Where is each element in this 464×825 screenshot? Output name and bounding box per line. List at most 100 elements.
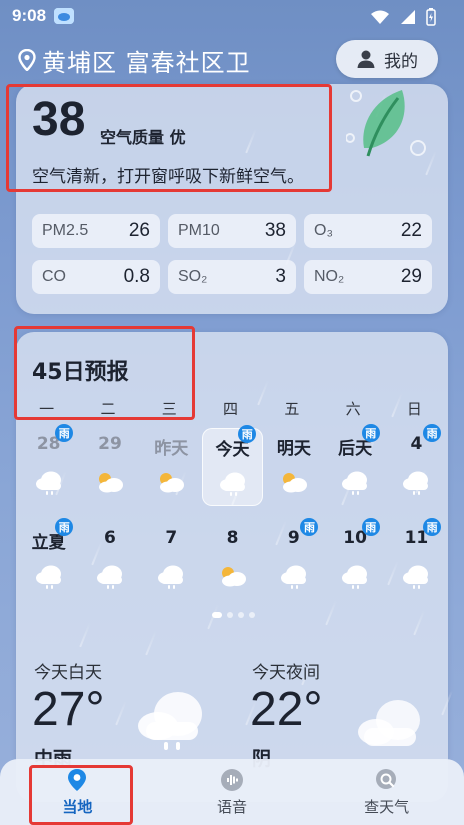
forecast-day-label: 昨天 [154, 439, 189, 459]
forecast-day-label: 29 [98, 434, 122, 454]
pollutant-value: 22 [400, 220, 422, 241]
night-label: 今天夜间 [252, 663, 320, 683]
forecast-day[interactable]: 昨天 [141, 428, 202, 506]
forecast-day[interactable]: 后天雨 [324, 424, 385, 506]
rain-badge: 雨 [361, 424, 380, 442]
battery-icon [426, 8, 436, 26]
leaf-icon [345, 86, 426, 166]
aqi-value: 38 [32, 93, 86, 146]
pollutant-name: NO₂ [314, 268, 345, 285]
forecast-row-2: 立夏雨 6 7 8 9 雨 10 雨 11 雨 [18, 518, 448, 600]
forecast-day[interactable]: 29 [79, 428, 140, 506]
forecast-row-1: 28 雨 29 昨天 今天雨明天 后天雨 4 雨 [18, 424, 448, 506]
rain-badge: 雨 [423, 518, 442, 536]
status-bar: 9:08 [0, 0, 464, 32]
forecast-day[interactable]: 明天 [263, 428, 324, 506]
search-weather-icon [375, 768, 396, 789]
rain-cloud-icon [218, 471, 248, 501]
aqi-description: 空气清新，打开窗呼吸下新鲜空气。 [32, 167, 304, 187]
weekday-label: 三 [161, 400, 177, 418]
pollutant-item: PM2.5 26 [32, 214, 160, 248]
pollutant-value: 29 [400, 266, 422, 287]
rain-cloud-icon [340, 470, 370, 500]
partly-cloudy-icon [218, 564, 248, 592]
forecast-day[interactable]: 9雨 [263, 518, 324, 600]
pollutant-item: PM10 38 [168, 214, 296, 248]
forecast-day[interactable]: 立夏雨 [18, 518, 79, 600]
weekday-label: 五 [284, 400, 300, 418]
rain-cloud-icon [95, 564, 125, 594]
aqi-label: 空气质量 优 [100, 128, 186, 147]
weekday-label: 六 [345, 400, 361, 418]
pollutant-item: O₃ 22 [304, 214, 432, 248]
pollutant-name: SO₂ [178, 268, 208, 285]
pollutant-name: O₃ [314, 222, 333, 239]
pollutant-value: 0.8 [123, 266, 150, 287]
forecast-day[interactable]: 28 雨 [18, 424, 79, 506]
pollutant-name: PM2.5 [42, 222, 89, 239]
forecast-day[interactable]: 7 [141, 522, 202, 600]
partly-cloudy-icon [156, 470, 186, 498]
voice-icon [221, 768, 243, 791]
rain-cloud-icon [340, 564, 370, 594]
forecast-day-label: 6 [104, 528, 116, 548]
user-icon [357, 50, 375, 68]
rain-cloud-icon [401, 470, 431, 500]
weekday-header: 一二三四五六日 [16, 398, 448, 419]
rain-badge: 雨 [423, 424, 442, 442]
rain-cloud-icon [156, 564, 186, 594]
pollutant-name: PM10 [178, 222, 220, 239]
header: 黄埔区 富春社区卫 我的 [0, 40, 464, 80]
status-time: 9:08 [12, 6, 47, 25]
night-temperature: 22° [250, 683, 323, 736]
forecast-day[interactable]: 10 雨 [324, 518, 385, 600]
weekday-label: 二 [100, 400, 116, 418]
mine-button[interactable]: 我的 [336, 40, 438, 78]
rain-cloud-icon [34, 470, 64, 500]
forecast-day[interactable]: 11 雨 [386, 518, 447, 600]
day-temperature: 27° [32, 683, 105, 736]
highlight-box-nav [29, 765, 133, 825]
forecast-day[interactable]: 4雨 [386, 424, 447, 506]
partly-cloudy-icon [279, 470, 309, 498]
rain-cloud-icon [401, 564, 431, 594]
rain-badge: 雨 [361, 518, 380, 536]
status-icons [370, 8, 436, 26]
weekday-label: 日 [406, 400, 422, 418]
forecast-day-label: 7 [165, 528, 178, 548]
weekday-label: 一 [39, 400, 55, 418]
weather-app-notification-icon [54, 8, 75, 24]
location-pin-icon [18, 49, 36, 71]
day-label: 今天白天 [34, 663, 102, 683]
forecast-day-label: 8 [226, 528, 239, 548]
nav-check-weather[interactable]: 查天气 [309, 759, 464, 825]
cloudy-large-icon [358, 700, 420, 746]
air-quality-card[interactable]: 38 空气质量 优 空气清新，打开窗呼吸下新鲜空气。 PM2.5 26 PM10 38… [6, 84, 448, 314]
pollutant-value: 38 [264, 220, 286, 241]
wifi-icon [371, 10, 389, 24]
location-name[interactable]: 黄埔区 富春社区卫 [42, 43, 251, 78]
bottom-navigation: 当地 语音 查天气 [0, 759, 464, 825]
pollutant-grid: PM2.5 26 PM10 38 O₃ 22 CO 0.8 SO₂ 3 NO₂ 29 [32, 214, 432, 294]
forecast-day-today[interactable]: 今天雨 [201, 425, 264, 506]
rain-cloud-icon [34, 564, 64, 594]
pollutant-item: NO₂ 29 [304, 260, 432, 294]
pollutant-item: SO₂ 3 [168, 260, 296, 294]
rain-cloud-icon [279, 564, 309, 594]
forecast-day[interactable]: 6 [79, 522, 140, 600]
pollutant-value: 3 [275, 266, 286, 287]
forecast-card[interactable]: 45日预报 一 二 三 四 五 六 日 28 雨 29 昨天 今天雨明天 后天雨 4 雨 立夏雨 6 7 8 9 雨… [14, 326, 448, 802]
mine-button-label: 我的 [384, 51, 418, 72]
nav-voice-label: 语音 [217, 797, 248, 816]
signal-icon [401, 10, 415, 24]
forecast-title: 45日预报 [32, 360, 129, 385]
weekday-label: 四 [223, 400, 239, 418]
partly-cloudy-icon [95, 470, 125, 498]
forecast-day[interactable]: 8 [202, 522, 263, 600]
nav-voice[interactable]: 语音 [155, 759, 310, 825]
page-indicator [212, 612, 255, 618]
pollutant-value: 26 [128, 220, 150, 241]
pollutant-item: CO 0.8 [32, 260, 160, 294]
pollutant-name: CO [42, 268, 66, 285]
rain-cloud-large-icon [138, 692, 202, 750]
